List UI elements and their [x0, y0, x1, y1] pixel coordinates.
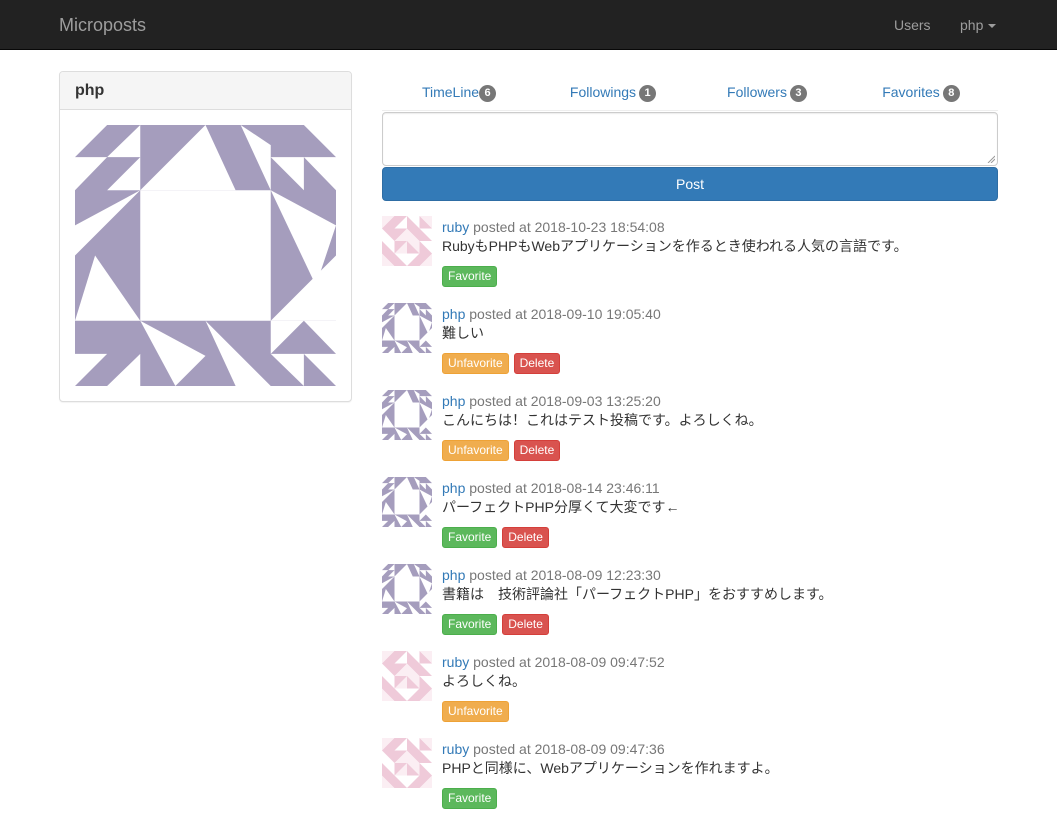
tab-followers[interactable]: Followers 3 [690, 79, 844, 113]
tab-followings[interactable]: Followings 1 [536, 79, 690, 113]
tab-label: Followers [727, 84, 787, 100]
micropost-header: ruby posted at 2018-10-23 18:54:08 [442, 218, 665, 236]
micropost-timestamp: posted at 2018-10-23 18:54:08 [473, 219, 665, 235]
profile-panel-heading: php [60, 72, 351, 110]
micropost-content: RubyもPHPもWebアプリケーションを作るとき使われる人気の言語です。 [442, 238, 908, 254]
profile-tabs: TimeLine 6 Followings 1 Followers 3 Favorit… [382, 79, 998, 113]
php-avatar [382, 477, 432, 527]
micropost-user-link[interactable]: ruby [442, 654, 469, 670]
unfavorite-button[interactable]: Unfavorite [442, 701, 509, 722]
micropost-actions: Unfavorite Delete [442, 353, 561, 374]
unfavorite-button[interactable]: Unfavorite [442, 440, 509, 461]
micropost-user-link[interactable]: php [442, 480, 465, 496]
micropost-content: PHPと同様に、Webアプリケーションを作れますよ。 [442, 760, 779, 776]
delete-button[interactable]: Delete [513, 440, 561, 461]
profile-avatar [75, 125, 336, 386]
top-navbar: Microposts Users php [0, 0, 1057, 50]
micropost-item: ruby posted at 2018-08-09 09:47:52 よろしくね… [382, 649, 998, 736]
user-dropdown-label: php [960, 17, 984, 33]
micropost-user-link[interactable]: php [442, 306, 465, 322]
micropost-timestamp: posted at 2018-08-14 23:46:11 [469, 480, 660, 496]
tab-label: Followings [569, 84, 637, 100]
micropost-actions: Unfavorite Delete [442, 440, 561, 461]
micropost-timestamp: posted at 2018-08-09 12:23:30 [469, 567, 661, 583]
favorite-button[interactable]: Favorite [442, 788, 498, 809]
delete-button[interactable]: Delete [513, 353, 561, 374]
ruby-avatar [382, 216, 432, 266]
micropost-content: 難しい [442, 325, 484, 341]
micropost-actions: Favorite [442, 788, 498, 809]
micropost-item: ruby posted at 2018-10-23 18:54:08 Rubyも… [382, 214, 998, 301]
micropost-item: ruby posted at 2018-08-09 09:47:36 PHPと同… [382, 736, 998, 823]
micropost-item: php posted at 2018-08-14 23:46:11 パーフェクト… [382, 475, 998, 562]
delete-button[interactable]: Delete [502, 614, 549, 635]
micropost-timestamp: posted at 2018-08-09 09:47:52 [473, 654, 665, 670]
user-dropdown[interactable]: php [960, 16, 997, 34]
micropost-user-link[interactable]: php [442, 393, 465, 409]
php-avatar [382, 564, 432, 614]
micropost-header: ruby posted at 2018-08-09 09:47:52 [442, 653, 665, 671]
micropost-user-link[interactable]: ruby [442, 741, 469, 757]
nav-users-link[interactable]: Users [894, 16, 931, 34]
micropost-actions: Favorite Delete [442, 527, 550, 548]
tab-timeline[interactable]: TimeLine 6 [382, 79, 536, 113]
post-button[interactable]: Post [382, 167, 998, 201]
php-avatar [382, 390, 432, 440]
micropost-item: php posted at 2018-08-09 12:23:30 書籍は 技術… [382, 562, 998, 649]
favorite-button[interactable]: Favorite [442, 266, 498, 287]
micropost-user-link[interactable]: php [442, 567, 465, 583]
micropost-timestamp: posted at 2018-09-10 19:05:40 [469, 306, 661, 322]
micropost-header: php posted at 2018-09-10 19:05:40 [442, 305, 661, 323]
micropost-timestamp: posted at 2018-08-09 09:47:36 [473, 741, 665, 757]
caret-down-icon [988, 24, 997, 29]
micropost-content: よろしくね。 [442, 673, 526, 689]
tab-label: Favorites [882, 84, 940, 100]
micropost-actions: Unfavorite [442, 701, 510, 722]
unfavorite-button[interactable]: Unfavorite [442, 353, 509, 374]
post-textarea[interactable] [382, 112, 998, 166]
micropost-item: php posted at 2018-09-03 13:25:20 こんにちは！… [382, 388, 998, 475]
tab-count-badge: 8 [942, 85, 960, 102]
ruby-avatar [382, 738, 432, 788]
php-avatar [382, 303, 432, 353]
micropost-item: php posted at 2018-09-10 19:05:40 難しい Un… [382, 301, 998, 388]
profile-panel: php [59, 71, 352, 402]
micropost-header: php posted at 2018-08-09 12:23:30 [442, 566, 661, 584]
ruby-avatar [382, 651, 432, 701]
micropost-content: 書籍は 技術評論社「パーフェクトPHP」をおすすめします。 [442, 586, 833, 602]
micropost-user-link[interactable]: ruby [442, 219, 469, 235]
favorite-button[interactable]: Favorite [442, 614, 498, 635]
micropost-header: ruby posted at 2018-08-09 09:47:36 [442, 740, 665, 758]
tab-favorites[interactable]: Favorites 8 [844, 79, 998, 113]
micropost-actions: Favorite Delete [442, 614, 550, 635]
profile-name: php [75, 82, 105, 99]
resize-grip-icon[interactable] [987, 155, 995, 163]
micropost-header: php posted at 2018-09-03 13:25:20 [442, 392, 661, 410]
brand-link[interactable]: Microposts [59, 14, 146, 36]
micropost-content: パーフェクトPHP分厚くて大変です← [442, 499, 680, 515]
tab-count-badge: 6 [479, 85, 497, 102]
delete-button[interactable]: Delete [502, 527, 549, 548]
micropost-content: こんにちは！これはテスト投稿です。よろしくね。 [442, 412, 763, 428]
tab-count-badge: 1 [639, 85, 657, 102]
tab-count-badge: 3 [789, 85, 807, 102]
micropost-header: php posted at 2018-08-14 23:46:11 [442, 479, 660, 497]
micropost-actions: Favorite [442, 266, 498, 287]
favorite-button[interactable]: Favorite [442, 527, 498, 548]
micropost-timestamp: posted at 2018-09-03 13:25:20 [469, 393, 661, 409]
tab-label: TimeLine [421, 84, 480, 100]
